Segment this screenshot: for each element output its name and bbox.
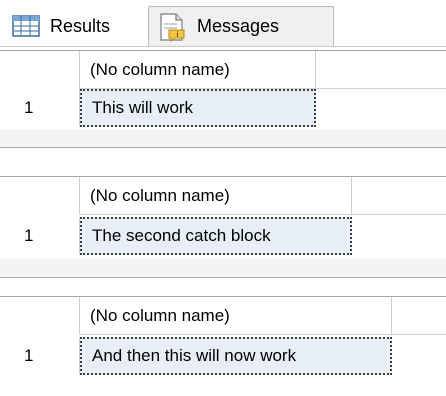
- row-number[interactable]: 1: [0, 89, 80, 127]
- tab-results-label: Results: [50, 15, 111, 36]
- result-grid-3[interactable]: (No column name) 1 And then this will no…: [0, 296, 446, 396]
- table-row[interactable]: 1 The second catch block: [0, 217, 446, 255]
- result-cell[interactable]: This will work: [80, 89, 316, 127]
- row-header-corner[interactable]: [0, 51, 80, 89]
- column-header[interactable]: (No column name): [80, 177, 352, 215]
- result-cell[interactable]: And then this will now work: [80, 337, 392, 375]
- row-header-corner[interactable]: [0, 177, 80, 215]
- column-header[interactable]: (No column name): [80, 297, 392, 335]
- grid-icon: [12, 15, 40, 37]
- messages-icon: i: [160, 12, 185, 42]
- svg-text:i: i: [177, 31, 179, 39]
- tab-messages[interactable]: i Messages: [148, 6, 334, 46]
- table-row[interactable]: 1 This will work: [0, 89, 446, 127]
- result-grid-1[interactable]: (No column name) 1 This will work: [0, 50, 446, 148]
- row-header-corner[interactable]: [0, 297, 80, 335]
- results-tab-bar: Results i Messages: [0, 0, 446, 47]
- tab-results[interactable]: Results: [8, 6, 148, 46]
- row-number[interactable]: 1: [0, 337, 80, 375]
- row-number[interactable]: 1: [0, 217, 80, 255]
- column-header[interactable]: (No column name): [80, 51, 316, 89]
- tab-messages-label: Messages: [197, 16, 280, 36]
- table-row[interactable]: 1 And then this will now work: [0, 337, 446, 375]
- result-cell[interactable]: The second catch block: [80, 217, 352, 255]
- result-grid-2[interactable]: (No column name) 1 The second catch bloc…: [0, 176, 446, 278]
